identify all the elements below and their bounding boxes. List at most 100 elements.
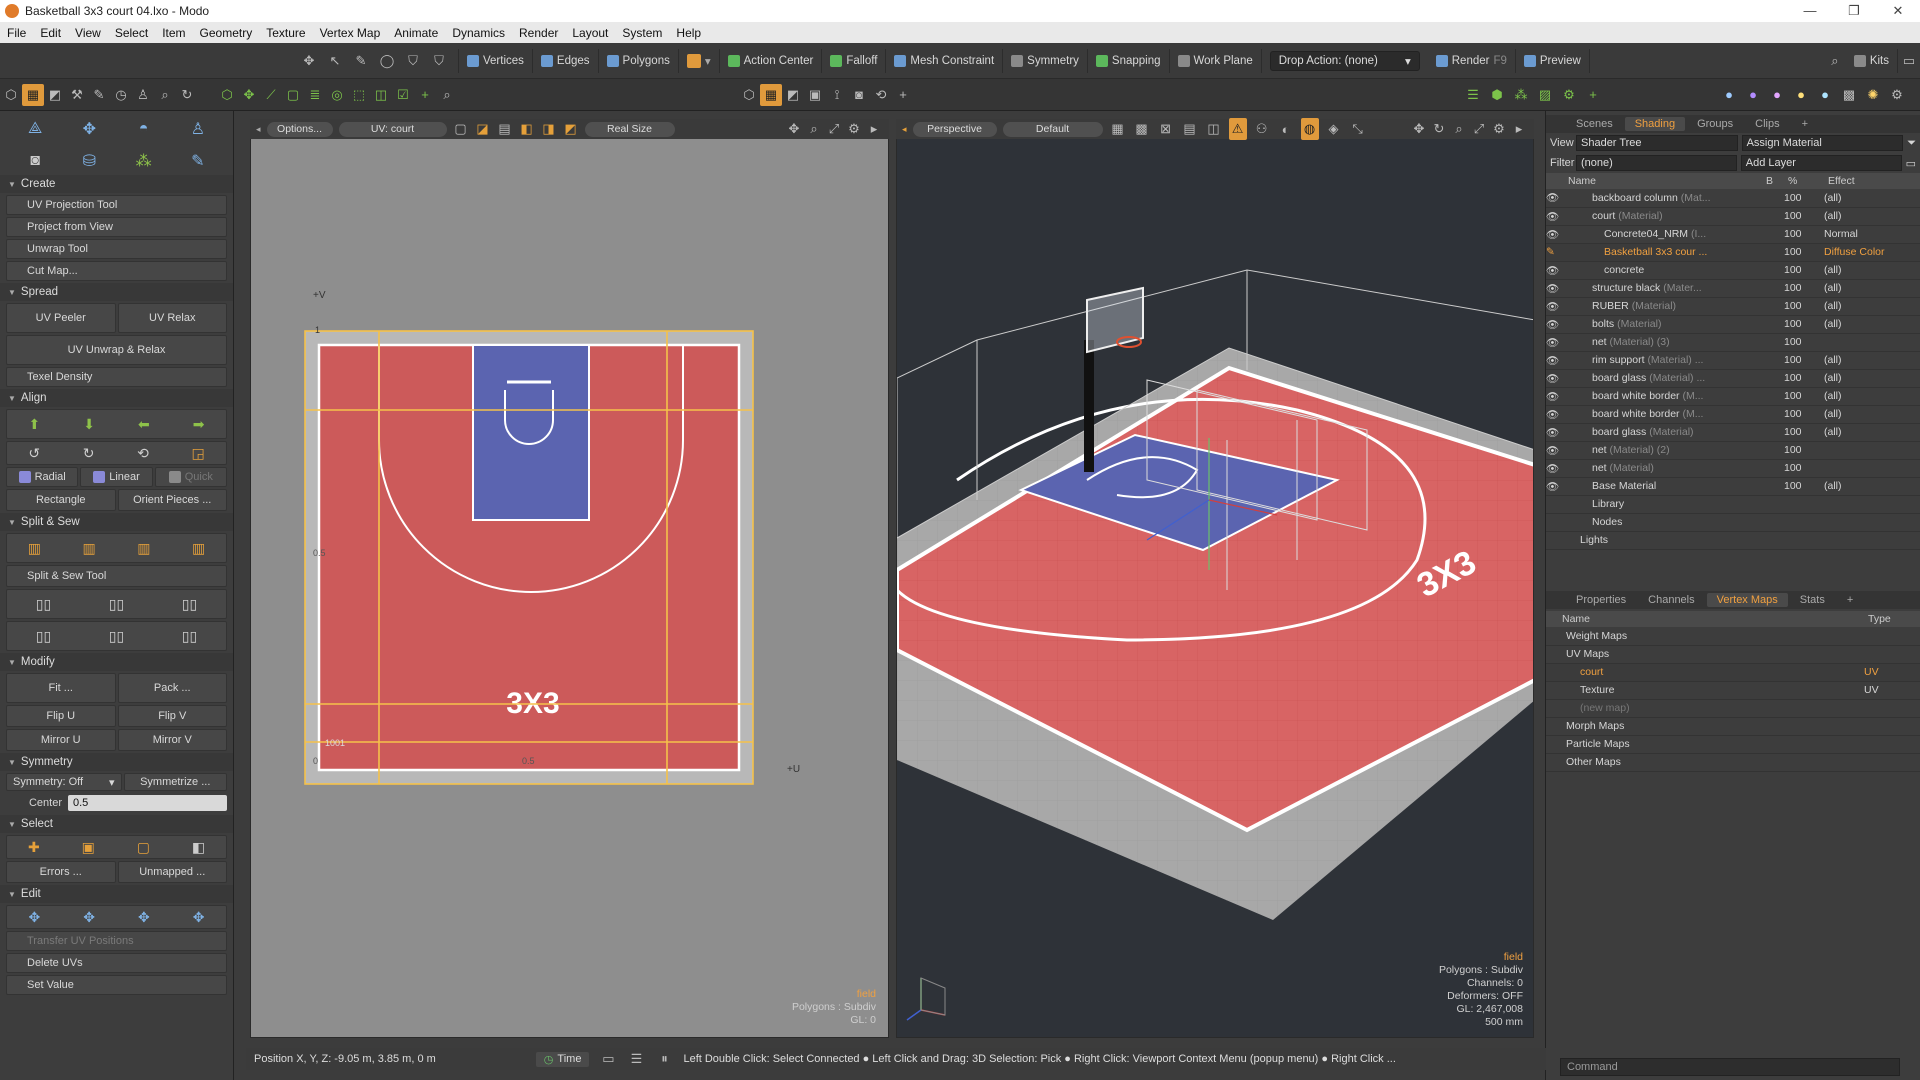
select-boundary-icon[interactable]: ▢ bbox=[137, 839, 150, 856]
graph-icon[interactable]: ⁂ bbox=[1510, 84, 1532, 106]
item-mode-button[interactable]: ▾ bbox=[679, 48, 720, 73]
shader-row-effect[interactable]: Diffuse Color bbox=[1824, 243, 1920, 262]
shader-row-effect[interactable]: (all) bbox=[1824, 315, 1920, 334]
shader-row-effect[interactable]: (all) bbox=[1824, 189, 1920, 208]
image-icon[interactable]: ▨ bbox=[1534, 84, 1556, 106]
menu-select[interactable]: Select bbox=[108, 26, 155, 40]
radial-button[interactable]: Radial bbox=[6, 467, 79, 487]
section-align[interactable]: ▼ Align bbox=[0, 389, 233, 407]
linear-button[interactable]: Linear bbox=[80, 467, 153, 487]
menu-help[interactable]: Help bbox=[669, 26, 708, 40]
vp-rotate-icon[interactable]: ↻ bbox=[1430, 118, 1448, 140]
vp-zoom-icon[interactable]: ⌕ bbox=[1450, 118, 1468, 140]
vp-pan-icon[interactable]: ✥ bbox=[1410, 118, 1428, 140]
uv-edit-icon[interactable]: ◩ bbox=[44, 84, 66, 106]
uv-canvas[interactable]: 3X3 bbox=[251, 120, 890, 1039]
vp-icon-5[interactable]: ◫ bbox=[1205, 118, 1223, 140]
uv-projection-tool-button[interactable]: UV Projection Tool bbox=[6, 195, 227, 215]
menu-view[interactable]: View bbox=[68, 26, 108, 40]
filter-icon[interactable]: ⏷ bbox=[1907, 137, 1916, 150]
align-down-icon[interactable]: ⬇ bbox=[83, 416, 95, 433]
section-select[interactable]: ▼ Select bbox=[0, 815, 233, 833]
zoom2-icon[interactable]: ⌕ bbox=[436, 84, 458, 106]
work-plane-button[interactable]: Work Plane bbox=[1170, 48, 1262, 73]
shield-icon[interactable]: ⛉ bbox=[402, 50, 424, 72]
eye-icon[interactable]: 👁 bbox=[1546, 405, 1564, 424]
shader-row-effect[interactable]: (all) bbox=[1824, 369, 1920, 388]
eye-icon[interactable]: 👁 bbox=[1546, 297, 1564, 316]
unwrap-tool-button[interactable]: Unwrap Tool bbox=[6, 239, 227, 259]
paint-icon[interactable]: ✎ bbox=[1546, 243, 1564, 262]
light-icon[interactable]: ● bbox=[1790, 84, 1812, 106]
status-icon-1[interactable]: ▭ bbox=[599, 1048, 617, 1070]
uv-view-icon-5[interactable]: ◨ bbox=[541, 118, 557, 140]
section-split-sew[interactable]: ▼ Split & Sew bbox=[0, 513, 233, 531]
menu-edit[interactable]: Edit bbox=[33, 26, 68, 40]
close-button[interactable]: ✕ bbox=[1876, 0, 1920, 22]
shader-row[interactable]: 👁 backboard column (Mat... 100 (all) bbox=[1546, 189, 1920, 208]
shading-select[interactable]: Default bbox=[1002, 121, 1103, 137]
tab-shading[interactable]: Shading bbox=[1624, 117, 1686, 131]
view-select[interactable]: Shader Tree bbox=[1576, 135, 1738, 151]
panel-menu-icon[interactable]: ▭ bbox=[1906, 157, 1916, 170]
polygons-button[interactable]: Polygons bbox=[599, 48, 679, 73]
sew-icon-1[interactable]: ▯▯ bbox=[36, 596, 51, 613]
quick-button[interactable]: Quick bbox=[154, 467, 227, 487]
mesh-frame-icon[interactable]: ⬚ bbox=[348, 84, 370, 106]
mirror-v-button[interactable]: Mirror V bbox=[117, 729, 227, 751]
shader-row-effect[interactable]: (all) bbox=[1824, 423, 1920, 442]
cube-icon[interactable]: ⬡ bbox=[0, 84, 22, 106]
menu-animate[interactable]: Animate bbox=[387, 26, 445, 40]
cut-map-button[interactable]: Cut Map... bbox=[6, 261, 227, 281]
shader-row-effect[interactable]: Normal bbox=[1824, 225, 1920, 244]
mesh-check-icon[interactable]: ☑ bbox=[392, 84, 414, 106]
add-panel-icon[interactable]: + bbox=[1582, 84, 1604, 106]
split-icon-2[interactable]: ▥ bbox=[83, 540, 96, 557]
eye-icon[interactable]: 👁 bbox=[1546, 225, 1564, 244]
uv-view-icon-1[interactable]: ▢ bbox=[453, 118, 469, 140]
uv-axis-icon[interactable]: ⟁ bbox=[20, 117, 50, 141]
edges-button[interactable]: Edges bbox=[533, 48, 599, 73]
shader-row-effect[interactable] bbox=[1824, 459, 1920, 478]
uv-grid-icon[interactable]: ▦ bbox=[22, 83, 44, 106]
shader-row[interactable]: Nodes bbox=[1546, 513, 1920, 532]
tab-scenes[interactable]: Scenes bbox=[1566, 117, 1623, 131]
shader-row-effect[interactable]: (all) bbox=[1824, 477, 1920, 496]
menu-system[interactable]: System bbox=[615, 26, 669, 40]
render-sphere-icon[interactable]: ● bbox=[1718, 84, 1740, 106]
add-layer-select[interactable]: Add Layer bbox=[1740, 155, 1902, 171]
shader-icon[interactable]: ● bbox=[1766, 84, 1788, 106]
render-button[interactable]: Render F9 bbox=[1428, 48, 1516, 73]
uv-peeler-button[interactable]: UV Peeler bbox=[6, 303, 116, 333]
shader-row[interactable]: 👁 board white border (M... 100 (all) bbox=[1546, 387, 1920, 406]
move-icon[interactable]: ✥ bbox=[298, 50, 320, 72]
mesh-select-icon[interactable]: ◫ bbox=[370, 84, 392, 106]
view-bones-icon[interactable]: ⟟ bbox=[826, 84, 848, 106]
shader-row-selected[interactable]: ✎ Basketball 3x3 cour ... 100 Diffuse Color bbox=[1546, 243, 1920, 262]
menu-render[interactable]: Render bbox=[512, 26, 565, 40]
filter-select[interactable]: (none) bbox=[1576, 155, 1737, 171]
rotate-cw-icon[interactable]: ↻ bbox=[83, 445, 95, 462]
collapse-icon[interactable]: ◂ bbox=[256, 124, 261, 135]
menu-layout[interactable]: Layout bbox=[565, 26, 615, 40]
symmetry-select[interactable]: Symmetry: Off ▾ bbox=[6, 773, 122, 791]
section-symmetry[interactable]: ▼ Symmetry bbox=[0, 753, 233, 771]
shader-row-effect[interactable]: (all) bbox=[1824, 279, 1920, 298]
view-grid-icon[interactable]: ▦ bbox=[760, 83, 782, 106]
eye-icon[interactable]: 👁 bbox=[1546, 333, 1564, 352]
vp-icon-7[interactable]: ⚇ bbox=[1253, 118, 1271, 140]
shader-row[interactable]: 👁 net (Material) (3) 100 bbox=[1546, 333, 1920, 352]
person-icon[interactable]: ♙ bbox=[132, 84, 154, 106]
vp-expand-icon[interactable]: ▸ bbox=[1510, 118, 1528, 140]
tab-channels[interactable]: Channels bbox=[1638, 593, 1704, 607]
vp-fit-icon[interactable]: ⤢ bbox=[1470, 118, 1488, 140]
uv-view-icon-4[interactable]: ◧ bbox=[519, 118, 535, 140]
shader-row[interactable]: 👁 Base Material 100 (all) bbox=[1546, 477, 1920, 496]
select-invert-icon[interactable]: ◧ bbox=[192, 839, 205, 856]
uv-viewport[interactable]: 3X3 +V +U 1 0.5 0.5 0 1001 field Polygon… bbox=[250, 119, 889, 1038]
uv-options-button[interactable]: Options... bbox=[266, 121, 333, 137]
shader-row[interactable]: 👁 board glass (Material) ... 100 (all) bbox=[1546, 369, 1920, 388]
vmap-row-selected[interactable]: court UV bbox=[1546, 663, 1920, 682]
vmap-row[interactable]: UV Maps bbox=[1546, 645, 1920, 664]
refresh-icon[interactable]: ↻ bbox=[176, 84, 198, 106]
